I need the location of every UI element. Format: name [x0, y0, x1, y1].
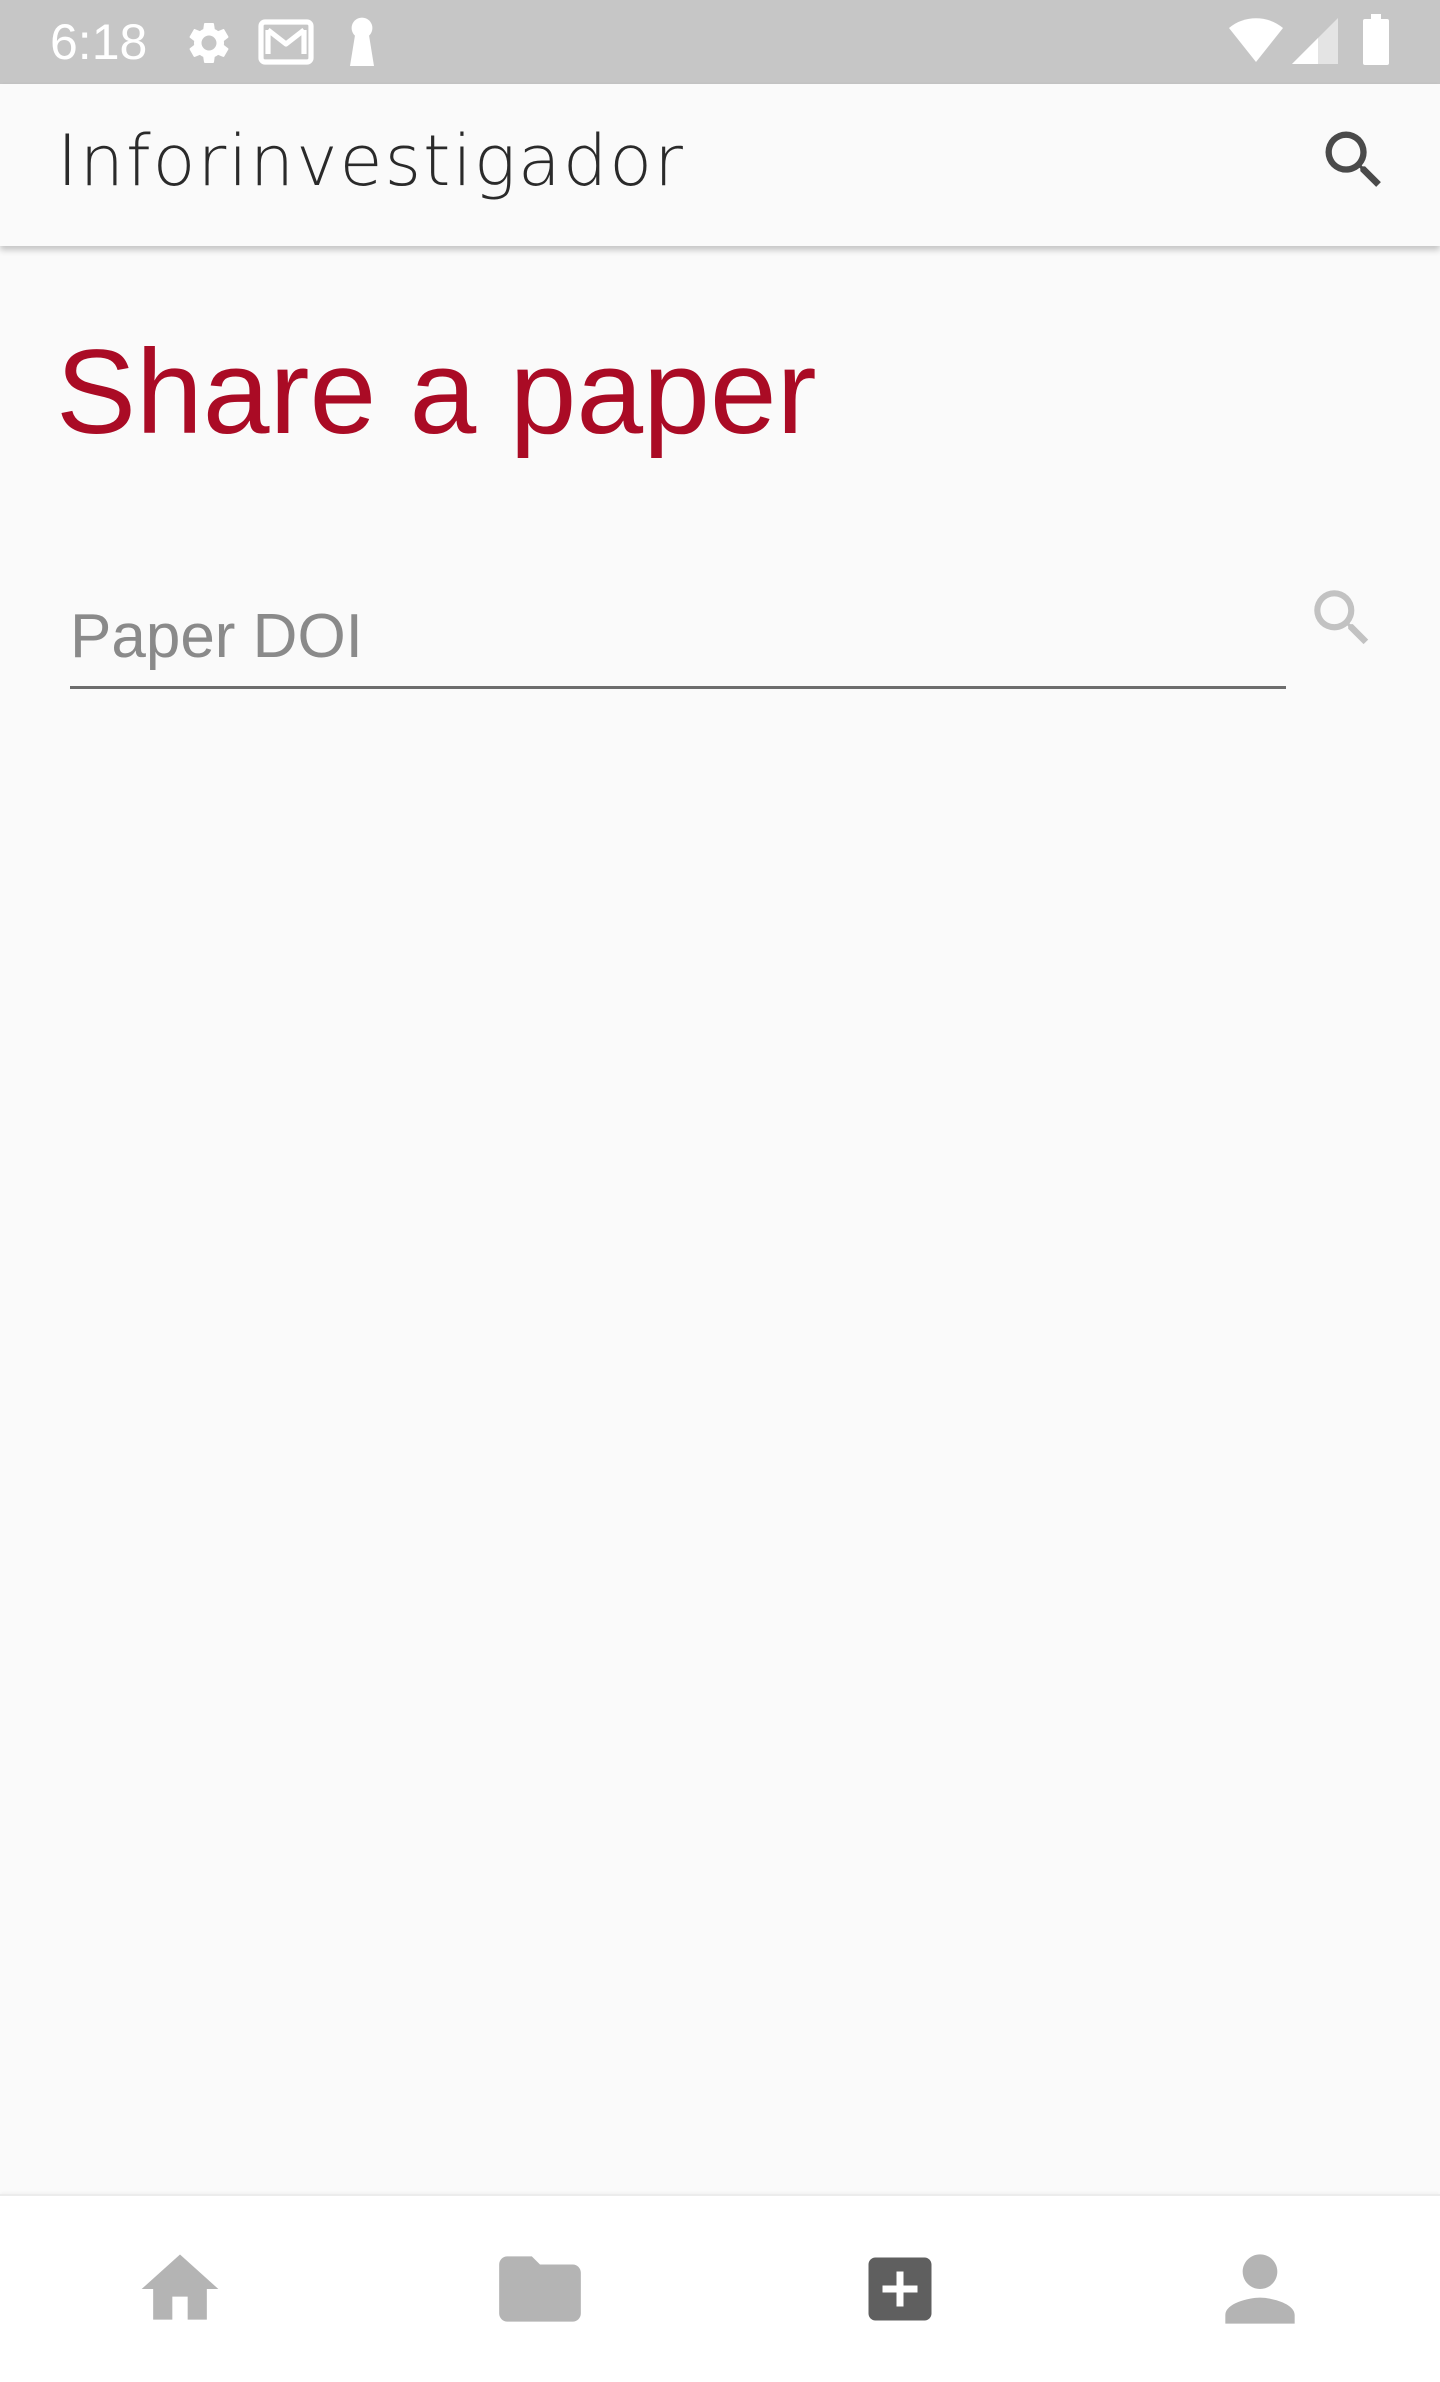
- battery-icon: [1363, 14, 1389, 65]
- nav-item-profile[interactable]: [1080, 2196, 1440, 2382]
- bottom-navigation: [0, 2194, 1440, 2382]
- folder-icon: [499, 2256, 581, 2322]
- settings-icon: [189, 22, 229, 63]
- nav-item-home[interactable]: [0, 2196, 360, 2382]
- keyhole-icon: [350, 17, 374, 66]
- add-box-icon: [868, 2257, 932, 2321]
- app-bar: Inforinvestigador: [0, 84, 1440, 246]
- person-icon: [1225, 2254, 1295, 2324]
- page-title: Share a paper: [56, 325, 817, 459]
- app-search-button[interactable]: [1306, 112, 1402, 208]
- wifi-icon: [1229, 18, 1283, 62]
- doi-search-button[interactable]: [1296, 572, 1388, 664]
- status-time: 6:18: [50, 14, 148, 70]
- search-icon: [1325, 131, 1381, 187]
- paper-doi-field: [70, 580, 1286, 689]
- app-title: Inforinvestigador: [57, 120, 685, 202]
- paper-doi-input[interactable]: [70, 580, 1286, 686]
- home-icon: [141, 2254, 219, 2320]
- status-bar: 6:18: [0, 0, 1440, 84]
- search-icon: [1314, 590, 1369, 645]
- nav-item-folder[interactable]: [360, 2196, 720, 2382]
- nav-item-add-paper[interactable]: [720, 2196, 1080, 2382]
- gmail-icon: [258, 19, 314, 65]
- cellular-signal-icon: [1292, 18, 1338, 64]
